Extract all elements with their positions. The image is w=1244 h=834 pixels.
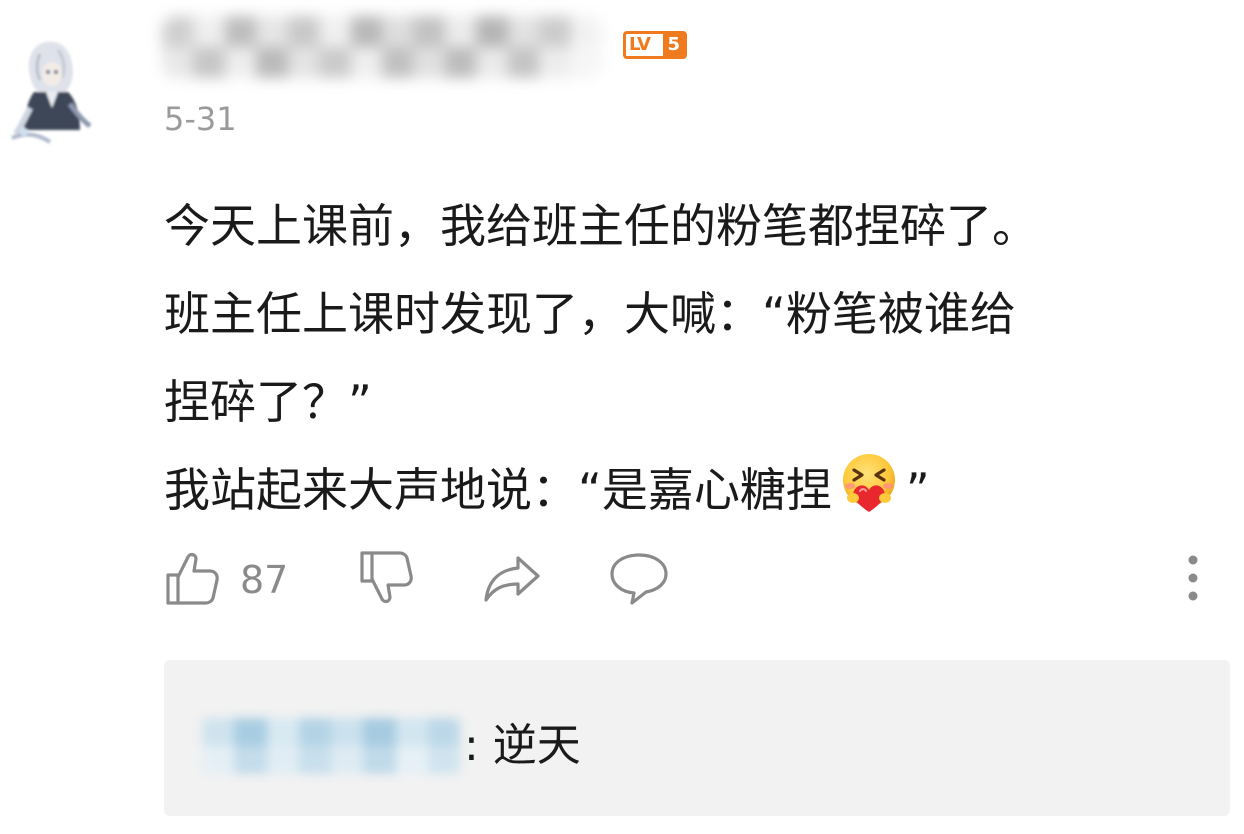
reply-text: : 逆天 (464, 720, 581, 771)
post-date: 5-31 (164, 100, 237, 138)
comment-line: 今天上课前，我给班主任的粉笔都捏碎了。 (164, 199, 1038, 253)
level-number: 5 (663, 34, 684, 56)
share-icon (482, 552, 542, 608)
comment-button[interactable] (608, 548, 670, 612)
comment-line: 捏碎了？” (164, 375, 372, 429)
reply-username-redacted[interactable] (202, 718, 460, 774)
comment-line: 班主任上课时发现了，大喊：“粉笔被谁给 (164, 287, 1016, 341)
share-button[interactable] (482, 548, 542, 612)
hugging-heart-emoji (836, 450, 902, 516)
replies-box[interactable]: : 逆天 (164, 660, 1230, 816)
comment-body: 今天上课前，我给班主任的粉笔都捏碎了。 班主任上课时发现了，大喊：“粉笔被谁给 … (164, 182, 1224, 534)
like-count: 87 (240, 558, 289, 602)
level-badge: LV 5 (623, 31, 687, 59)
comment-line-tail: ” (905, 463, 930, 517)
comment-line-text: 我站起来大声地说：“是嘉心糖捏 (164, 463, 832, 517)
avatar[interactable] (6, 34, 102, 146)
comment-line-last: 我站起来大声地说：“是嘉心糖捏 ” (164, 446, 1224, 534)
more-icon (1178, 552, 1208, 608)
action-bar: 87 (164, 548, 1224, 612)
thumbs-down-icon (358, 549, 414, 611)
comment-icon (608, 551, 670, 609)
dislike-button[interactable] (358, 548, 414, 612)
thumbs-up-icon (164, 549, 220, 611)
more-options-button[interactable] (1178, 548, 1208, 612)
level-prefix: LV (629, 34, 651, 55)
username-redacted[interactable] (162, 16, 602, 78)
like-button[interactable]: 87 (164, 548, 288, 612)
